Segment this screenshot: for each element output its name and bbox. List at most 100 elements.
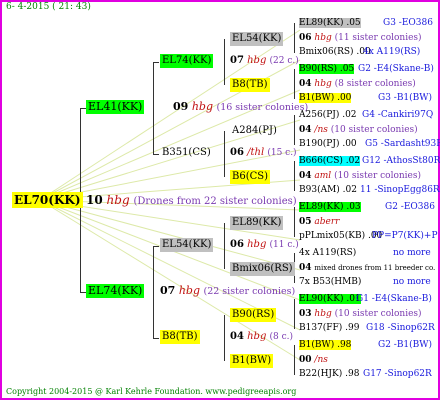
gen4-ref-5a: G2 -EO386	[385, 202, 435, 212]
gen4-queen-1a[interactable]: EL89(KK) .05	[299, 18, 361, 28]
gen1-desc-2: (22 sister colonies)	[203, 286, 296, 297]
connector-g1a-v	[153, 62, 154, 154]
gen4-hbg-5: aberr	[314, 217, 340, 227]
connector-g3-5	[294, 207, 295, 237]
gen3-queen-7[interactable]: B90(RS)	[230, 308, 277, 322]
connector-g3-7	[294, 299, 295, 329]
gen4-row-1a: EL89(KK) .05	[299, 16, 361, 30]
gen3-queen-3[interactable]: A284(PJ)	[230, 124, 279, 138]
gen4-queen-6a[interactable]: 4x A119(RS)	[299, 246, 356, 260]
gen4-ref-3a: G4 -Cankiri97Q	[362, 110, 434, 120]
gen4-queen-3a[interactable]: A256(PJ) .02	[299, 108, 357, 122]
gen4-queen-4a[interactable]: B666(CS) .02	[299, 156, 361, 166]
gen2-num-2: 06	[230, 147, 244, 158]
gen4-queen-2b[interactable]: B1(BW) .00	[299, 93, 352, 103]
gen4-queen-8b[interactable]: B22(HJK) .98	[299, 367, 359, 381]
root-desc: (Drones from 22 sister colonies)	[133, 196, 297, 207]
gen4-desc-3: (10 sister colonies)	[330, 125, 418, 135]
gen4-row-2a: B90(RS) .05	[299, 62, 355, 76]
gen4-queen-4b[interactable]: B93(AM) .02	[299, 183, 357, 197]
gen4-drones-4: 04 aml (10 sister colonies)	[299, 169, 421, 183]
gen2-desc-4: (8 c.)	[269, 332, 294, 342]
gen3-queen-2[interactable]: B8(TB)	[230, 78, 270, 92]
gen4-num-1: 06	[299, 33, 312, 43]
gen1-num-2: 07	[160, 284, 176, 297]
gen4-ref-4a: G12 -AthosSt80R	[362, 156, 440, 166]
gen3-queen-6[interactable]: Bmix06(RS)	[230, 262, 295, 276]
gen4-ref-6b: no more	[393, 277, 431, 287]
gen2-queen-2[interactable]: B351(CS)	[160, 146, 213, 160]
gen2-num-4: 04	[230, 331, 244, 342]
connector-g3-3	[294, 115, 295, 145]
gen1-queen-1[interactable]: EL41(KK)	[86, 100, 145, 114]
gen4-num-4: 04	[299, 171, 312, 181]
gen1-hbg-1: hbg	[191, 100, 213, 113]
gen4-ref-5b: PP=P7(KK)+P	[372, 231, 438, 241]
gen2-drones-3: 06 hbg (11 c.)	[230, 238, 299, 252]
gen4-num-6: 04	[299, 263, 312, 273]
gen4-num-8: 00	[299, 355, 312, 365]
connector-g3-8	[294, 345, 295, 375]
gen4-queen-7a[interactable]: EL90(KK) .01	[299, 294, 361, 304]
gen3-queen-4[interactable]: B6(CS)	[230, 170, 271, 184]
gen1-queen-2[interactable]: EL74(KK)	[86, 284, 145, 298]
gen2-desc-1: (22 c.)	[269, 56, 299, 66]
gen4-queen-1b[interactable]: Bmix06(RS) .00	[299, 45, 371, 59]
gen4-hbg-1: hbg	[314, 33, 332, 43]
root-name[interactable]: EL70(KK)	[12, 192, 83, 208]
gen4-drones-7: 03 hbg (10 sister colonies)	[299, 307, 422, 321]
gen3-queen-1[interactable]: EL54(KK)	[230, 32, 284, 46]
gen4-desc-1: (11 sister colonies)	[334, 33, 422, 43]
gen4-ref-7b: G18 -Sinop62R	[366, 323, 435, 333]
gen4-queen-2a[interactable]: B90(RS) .05	[299, 64, 355, 74]
date-header: 6- 4-2015 ( 21: 43)	[6, 2, 91, 12]
gen4-drones-8: 00 /ns	[299, 353, 328, 367]
connector-g2a-v	[224, 39, 225, 85]
gen4-row-8a: B1(BW) .98	[299, 338, 352, 352]
gen4-queen-8a[interactable]: B1(BW) .98	[299, 340, 352, 350]
gen4-row-2b: B1(BW) .00	[299, 91, 352, 105]
gen2-queen-1[interactable]: EL74(KK)	[160, 54, 214, 68]
gen2-drones-4: 04 hbg (8 c.)	[230, 330, 293, 344]
gen2-hbg-3: hbg	[247, 239, 267, 250]
gen4-ref-8b: G17 -Sinop62R	[363, 369, 432, 379]
gen4-ref-8a: G2 -B1(BW)	[378, 340, 433, 350]
gen4-drones-2: 04 hbg (8 sister colonies)	[299, 77, 416, 91]
gen4-num-7: 03	[299, 309, 312, 319]
connector-g3-2	[294, 69, 295, 99]
gen4-queen-7b[interactable]: B137(FF) .99	[299, 321, 359, 335]
gen1-hbg-2: hbg	[178, 284, 200, 297]
gen2-drones-2: 06 /thl (15 c.)	[230, 146, 297, 160]
gen3-queen-8[interactable]: B1(BW)	[230, 354, 274, 368]
gen4-hbg-7: hbg	[314, 309, 332, 319]
connector-g1b-v	[153, 246, 154, 338]
gen2-desc-3: (11 c.)	[269, 240, 299, 250]
gen4-num-2: 04	[299, 79, 312, 89]
gen4-ref-7a: G1 -E4(Skane-B)	[356, 294, 432, 304]
gen4-desc-7: (10 sister colonies)	[334, 309, 422, 319]
gen4-queen-6b[interactable]: 7x B53(HMB)	[299, 275, 361, 289]
gen4-ref-2a: G2 -E4(Skane-B)	[358, 64, 434, 74]
gen1-drones-1: 09 hbg (16 sister colonies)	[173, 100, 308, 115]
root-hbg: hbg	[106, 193, 130, 207]
gen2-desc-2: (15 c.)	[267, 148, 297, 158]
connector-g2a	[153, 62, 159, 63]
connector-g2d	[153, 338, 159, 339]
root-num: 10	[86, 193, 103, 207]
gen4-queen-3b[interactable]: B190(PJ) .00	[299, 137, 357, 151]
gen4-hbg-2: hbg	[314, 79, 332, 89]
gen4-desc-6: mixed drones from 11 breeder co.	[314, 264, 436, 272]
gen4-queen-5a[interactable]: EL89(KK) .03	[299, 202, 361, 212]
gen2-num-3: 06	[230, 239, 244, 250]
gen4-ref-1b: 4x A119(RS)	[363, 47, 421, 57]
gen4-ref-3b: G5 -Sardasht93R	[365, 139, 440, 149]
gen4-queen-5b[interactable]: pPLmix05(KB) .00	[299, 229, 382, 243]
gen4-ref-6a: no more	[393, 248, 431, 258]
connector-g2d-v	[224, 315, 225, 361]
gen3-queen-5[interactable]: EL89(KK)	[230, 216, 284, 230]
gen2-queen-3[interactable]: EL54(KK)	[160, 238, 214, 252]
gen4-hbg-3: /ns	[314, 125, 328, 135]
connector-g3-1	[294, 23, 295, 53]
gen2-queen-4[interactable]: B8(TB)	[160, 330, 200, 344]
gen4-num-5: 05	[299, 217, 312, 227]
